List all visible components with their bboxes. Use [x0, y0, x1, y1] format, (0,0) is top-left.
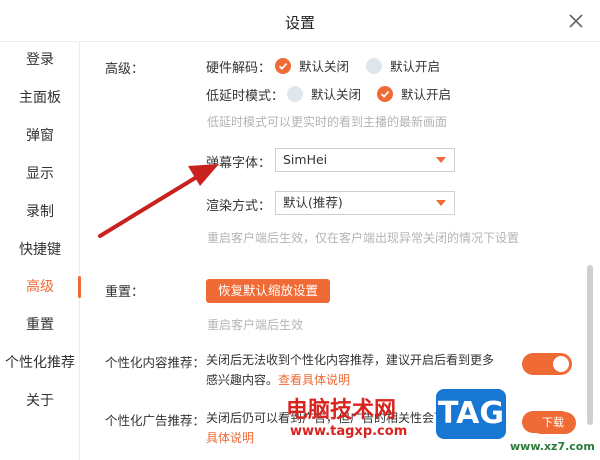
radio-checked-icon [275, 57, 291, 74]
render-mode-hint: 重启客户端后生效，仅在客户端出现异常关闭的情况下设置 [207, 231, 520, 245]
low-latency-on-label: 默认开启 [401, 87, 452, 102]
window-title: 设置 [284, 14, 315, 32]
sidebar-item-personalized[interactable]: 个性化推荐 [0, 351, 80, 375]
sidebar-nav: 登录 主面板 弹窗 显示 录制 快捷键 高级 重置 个性化推荐 关于 [0, 42, 81, 460]
sidebar-item-record[interactable]: 录制 [0, 200, 80, 224]
restore-default-zoom-button[interactable]: 恢复默认缩放设置 [206, 279, 331, 303]
vertical-scrollbar[interactable] [587, 265, 593, 425]
sidebar-item-shortcuts[interactable]: 快捷键 [0, 238, 80, 262]
radio-unchecked-icon [287, 85, 303, 102]
reset-heading: 重置： [105, 285, 145, 300]
danmaku-font-select[interactable]: SimHei [275, 148, 455, 172]
low-latency-hint: 低延时模式可以更实时的看到主播的最新画面 [207, 115, 448, 129]
hardware-decode-off-label: 默认关闭 [299, 59, 350, 74]
sidebar-item-advanced[interactable]: 高级 [0, 275, 80, 299]
watermark-site-url: www.tagxp.com [290, 424, 408, 439]
watermark-download-badge: 下载 [530, 412, 576, 434]
personalized-content-detail-link[interactable]: 查看具体说明 [278, 373, 350, 387]
low-latency-on-radio[interactable]: 默认开启 [377, 84, 451, 103]
watermark-tag-logo: TAG [436, 389, 506, 439]
radio-unchecked-icon [366, 57, 382, 74]
render-mode-value: 默认(推荐) [283, 195, 343, 210]
watermark-secondary-url: www.xz7.com [510, 440, 595, 453]
sidebar-item-popup[interactable]: 弹窗 [0, 124, 80, 148]
radio-checked-icon [377, 85, 393, 102]
hardware-decode-on-radio[interactable]: 默认开启 [366, 56, 440, 75]
render-mode-label: 渲染方式： [206, 199, 272, 214]
sidebar-item-display[interactable]: 显示 [0, 162, 80, 186]
advanced-heading: 高级： [105, 62, 145, 77]
title-bar: 设置 [0, 0, 600, 42]
danmaku-font-label: 弹幕字体： [206, 156, 272, 171]
toggle-knob [553, 356, 569, 372]
dropdown-caret-icon [436, 157, 446, 163]
sidebar-item-login[interactable]: 登录 [0, 48, 80, 72]
hardware-decode-off-radio[interactable]: 默认关闭 [275, 56, 349, 75]
sidebar-item-reset[interactable]: 重置 [0, 313, 80, 337]
danmaku-font-value: SimHei [283, 152, 328, 167]
sidebar-item-main-panel[interactable]: 主面板 [0, 86, 80, 110]
watermark-site-name: 电脑技术网 [286, 398, 397, 423]
personalized-ads-label: 个性化广告推荐： [105, 413, 206, 428]
render-mode-select[interactable]: 默认(推荐) [275, 191, 455, 215]
hardware-decode-on-label: 默认开启 [390, 59, 441, 74]
sidebar-item-about[interactable]: 关于 [0, 389, 80, 413]
reset-hint: 重启客户端后生效 [207, 318, 304, 332]
low-latency-off-label: 默认关闭 [311, 87, 362, 102]
active-indicator [78, 276, 81, 298]
close-icon[interactable] [566, 11, 586, 31]
personalized-content-label: 个性化内容推荐： [105, 355, 206, 370]
dropdown-caret-icon [436, 200, 446, 206]
hardware-decode-label: 硬件解码： [206, 61, 272, 76]
personalized-content-desc: 关闭后无法收到个性化内容推荐，建议开启后看到更多感兴趣内容。查看具体说明 [206, 350, 504, 390]
low-latency-label: 低延时模式： [206, 89, 285, 104]
personalized-content-toggle[interactable] [522, 353, 572, 375]
low-latency-off-radio[interactable]: 默认关闭 [287, 84, 361, 103]
